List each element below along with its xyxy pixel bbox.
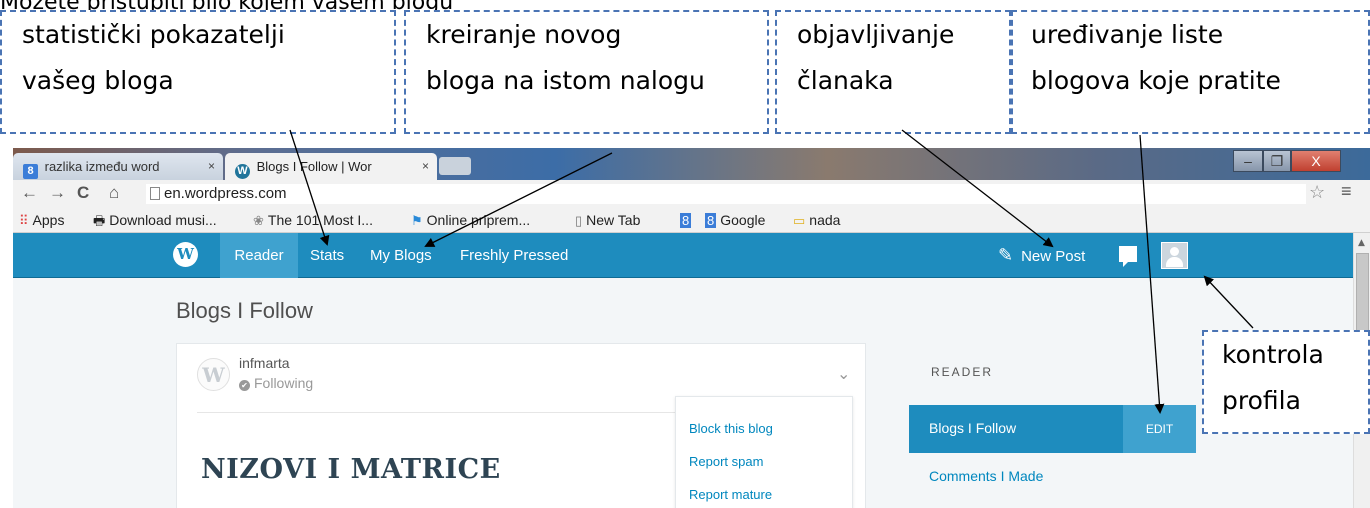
profile-avatar[interactable] bbox=[1161, 242, 1188, 269]
callout-stats-line2: vašeg bloga bbox=[22, 66, 174, 95]
nav-stats[interactable]: Stats bbox=[310, 233, 344, 278]
url-text: en.wordpress.com bbox=[164, 185, 287, 202]
maximize-button[interactable]: ❐ bbox=[1263, 150, 1291, 172]
bookmark-label: New Tab bbox=[586, 212, 641, 228]
sidebar-item-label: Blogs I Follow bbox=[929, 420, 1017, 436]
callout-my-blogs-line1: kreiranje novog bbox=[426, 20, 622, 49]
tab-active[interactable]: W Blogs I Follow | Wor × bbox=[225, 153, 437, 180]
sidebar-item-comments[interactable]: Comments I Made bbox=[929, 468, 1043, 484]
bookmark-google[interactable]: 8 Google bbox=[705, 212, 765, 228]
bookmark-apps[interactable]: ⠿ Apps bbox=[19, 212, 64, 229]
apps-grid-icon: ⠿ bbox=[19, 213, 29, 228]
nav-my-blogs[interactable]: My Blogs bbox=[370, 233, 432, 278]
google-icon: 8 bbox=[680, 213, 692, 228]
bookmark-star-icon[interactable]: ☆ bbox=[1309, 182, 1325, 203]
new-tab-button[interactable] bbox=[439, 157, 471, 175]
check-icon: ✔ bbox=[239, 380, 250, 391]
bookmark-nada[interactable]: ▭ nada bbox=[793, 212, 840, 229]
callout-edit-follow-list: uređivanje liste blogova koje pratite bbox=[1011, 10, 1370, 134]
bookmark-download-music[interactable]: 🖶 Download musi... bbox=[93, 212, 217, 234]
runner-icon: ⚑ bbox=[411, 213, 423, 228]
callout-my-blogs: kreiranje novog bloga na istom nalogu bbox=[404, 10, 769, 134]
wp-masterbar: W Reader Stats My Blogs Freshly Pressed … bbox=[13, 233, 1353, 278]
nav-freshly-pressed[interactable]: Freshly Pressed bbox=[460, 233, 568, 278]
callout-stats: statistički pokazatelji vašeg bloga bbox=[0, 10, 396, 134]
post-options-menu: Block this blog Report spam Report matur… bbox=[675, 396, 853, 508]
bookmark-google-1[interactable]: 8 bbox=[680, 212, 695, 228]
callout-edit-line1: uređivanje liste bbox=[1031, 20, 1224, 49]
callout-new-post: objavljivanje članaka bbox=[775, 10, 1011, 134]
page-title: Blogs I Follow bbox=[176, 298, 313, 323]
follow-status[interactable]: ✔ Following bbox=[239, 375, 313, 391]
bookmark-101-most[interactable]: ❀ The 101 Most I... bbox=[253, 212, 373, 229]
wordpress-icon: W bbox=[235, 164, 250, 179]
tab-close-icon[interactable]: × bbox=[422, 153, 429, 180]
download-icon: 🖶 bbox=[93, 213, 106, 228]
bookmark-online-priprem[interactable]: ⚑ Online priprem... bbox=[411, 212, 530, 229]
notifications-icon[interactable] bbox=[1119, 246, 1137, 267]
menu-report-spam[interactable]: Report spam bbox=[689, 454, 763, 469]
bookmark-label: Download musi... bbox=[109, 212, 217, 228]
menu-report-mature[interactable]: Report mature bbox=[689, 487, 772, 502]
address-bar[interactable]: en.wordpress.com bbox=[146, 184, 1306, 204]
tab-close-icon[interactable]: × bbox=[208, 153, 215, 180]
menu-icon[interactable]: ≡ bbox=[1341, 181, 1352, 202]
menu-block-blog[interactable]: Block this blog bbox=[689, 421, 773, 436]
callout-profile-line1: kontrola bbox=[1222, 340, 1324, 369]
forward-button[interactable]: → bbox=[49, 183, 66, 203]
callout-my-blogs-line2: bloga na istom nalogu bbox=[426, 66, 705, 95]
blog-avatar-icon[interactable]: W bbox=[197, 358, 230, 391]
sidebar-heading: READER bbox=[931, 365, 994, 379]
google-icon: 8 bbox=[23, 164, 38, 179]
wordpress-logo-icon[interactable]: W bbox=[173, 242, 198, 267]
chevron-down-icon[interactable]: ⌄ bbox=[837, 364, 850, 383]
callout-profile: kontrola profila bbox=[1202, 330, 1370, 434]
page-icon: ▯ bbox=[575, 213, 583, 228]
post-title[interactable]: NIZOVI I MATRICE bbox=[201, 454, 501, 485]
page-viewport: W Reader Stats My Blogs Freshly Pressed … bbox=[13, 233, 1353, 508]
blog-name[interactable]: infmarta bbox=[239, 355, 290, 371]
bookmark-label: The 101 Most I... bbox=[267, 212, 373, 228]
browser-window: 8 razlika između word × W Blogs I Follow… bbox=[13, 148, 1370, 508]
new-post-button[interactable]: ✎ New Post bbox=[998, 233, 1085, 279]
google-icon: 8 bbox=[705, 213, 717, 228]
callout-stats-line1: statistički pokazatelji bbox=[22, 20, 285, 49]
close-window-button[interactable]: X bbox=[1291, 150, 1341, 172]
callout-new-post-line2: članaka bbox=[797, 66, 894, 95]
address-toolbar: ← → C ⌂ en.wordpress.com ☆ ≡ bbox=[13, 180, 1370, 207]
page-icon bbox=[150, 187, 160, 200]
home-button[interactable]: ⌂ bbox=[109, 183, 119, 203]
bookmark-label: Online priprem... bbox=[426, 212, 531, 228]
callout-edit-line2: blogova koje pratite bbox=[1031, 66, 1281, 95]
bookmarks-bar: ⠿ Apps 🖶 Download musi... ❀ The 101 Most I.… bbox=[13, 207, 1370, 233]
tab-inactive[interactable]: 8 razlika između word × bbox=[13, 153, 223, 180]
scroll-up-arrow-icon[interactable]: ▲ bbox=[1358, 238, 1365, 248]
callout-profile-line2: profila bbox=[1222, 386, 1301, 415]
new-post-label: New Post bbox=[1021, 248, 1086, 265]
sidebar-item-blogs-i-follow[interactable]: Blogs I Follow EDIT bbox=[909, 405, 1196, 453]
pencil-icon: ✎ bbox=[998, 245, 1014, 265]
minimize-button[interactable]: – bbox=[1233, 150, 1263, 172]
tab-active-label: Blogs I Follow | Wor bbox=[256, 159, 372, 174]
bookmark-new-tab[interactable]: ▯ New Tab bbox=[575, 212, 640, 229]
nav-reader[interactable]: Reader bbox=[220, 233, 298, 278]
bookmark-label: Google bbox=[720, 212, 766, 228]
reload-button[interactable]: C bbox=[77, 183, 89, 203]
callout-new-post-line1: objavljivanje bbox=[797, 20, 955, 49]
folder-icon: ▭ bbox=[793, 213, 806, 228]
edit-button[interactable]: EDIT bbox=[1123, 405, 1196, 453]
bookmark-label: nada bbox=[809, 212, 841, 228]
follow-status-label: Following bbox=[254, 375, 314, 391]
tab-inactive-label: razlika između word bbox=[44, 159, 160, 174]
bookmark-label: Apps bbox=[32, 212, 65, 228]
flower-icon: ❀ bbox=[253, 213, 264, 228]
title-bar: 8 razlika između word × W Blogs I Follow… bbox=[13, 148, 1370, 180]
back-button[interactable]: ← bbox=[21, 183, 38, 203]
